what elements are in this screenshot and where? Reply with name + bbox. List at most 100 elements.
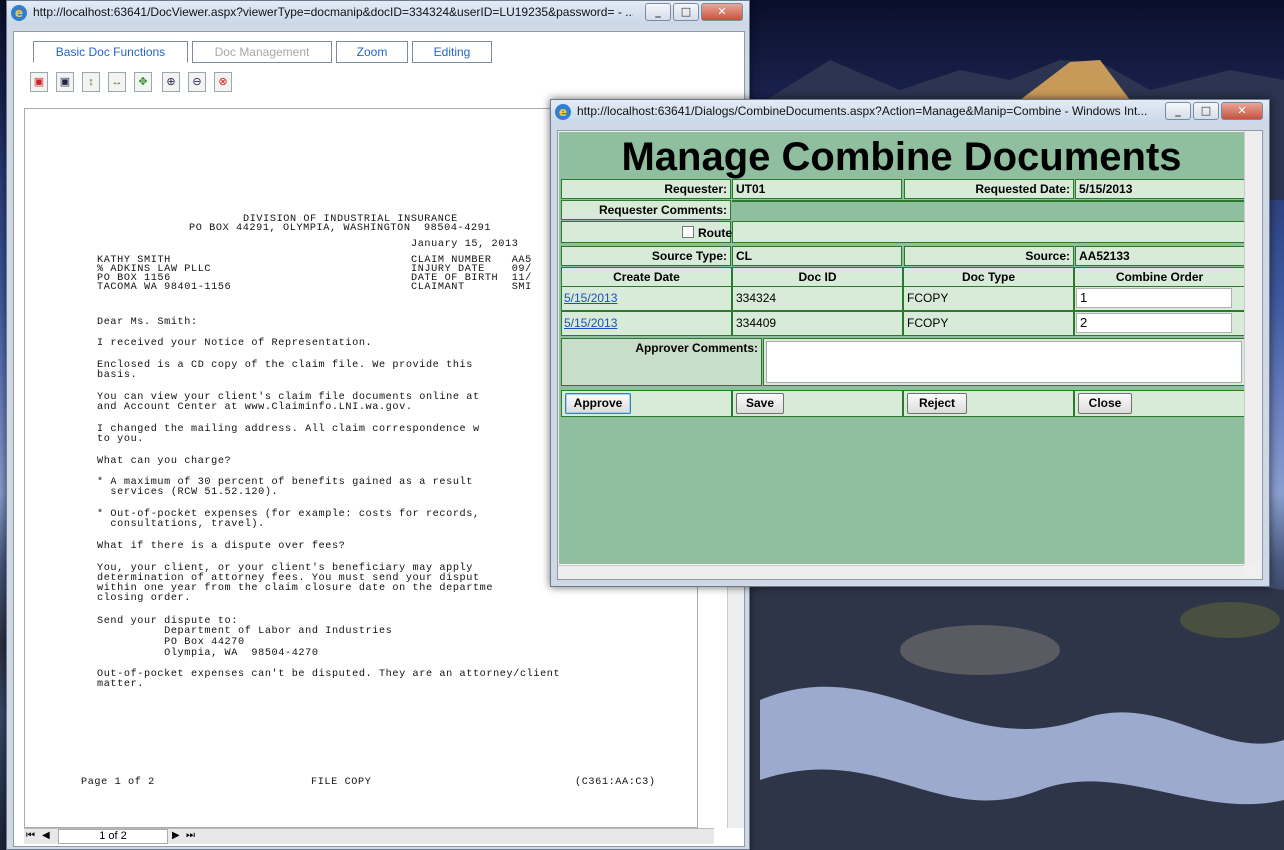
combine-order-cell: 1	[1074, 286, 1245, 311]
requester-comments-label: Requester Comments:	[561, 200, 731, 220]
dialog-horizontal-scrollbar[interactable]	[558, 565, 1244, 579]
combine-order-input[interactable]: 2	[1076, 313, 1232, 333]
page-title: Manage Combine Documents	[621, 135, 1182, 179]
fit-page-icon[interactable]: ▣	[30, 72, 48, 92]
column-header-combine-order: Combine Order	[1074, 267, 1245, 287]
dialog-client: Manage Combine Documents Requester: UT01…	[557, 130, 1263, 580]
approve-button[interactable]: Approve	[565, 393, 631, 414]
zoom-reset-icon[interactable]: ⊗	[214, 72, 232, 92]
doc-id-cell: 334409	[732, 311, 903, 336]
maximize-button[interactable]: □	[673, 3, 699, 21]
doc-body-line: Department of Labor and Industries	[97, 626, 393, 637]
doc-header-line-2: PO BOX 44291, OLYMPIA, WASHINGTON 98504-…	[189, 223, 492, 234]
page-navigator: ⏮ ◀ 1 of 2 ▶ ⏭	[24, 828, 714, 844]
page-indicator[interactable]: 1 of 2	[58, 829, 168, 844]
route-cell: Route	[561, 221, 732, 243]
doc-type-cell: FCOPY	[903, 311, 1074, 336]
route-label: Route	[698, 226, 732, 240]
approve-cell: Approve	[561, 390, 732, 417]
doc-body-line: I changed the mailing address. All claim…	[97, 424, 480, 435]
tab-zoom[interactable]: Zoom	[336, 41, 408, 63]
doc-id-cell: 334324	[732, 286, 903, 311]
table-row: 5/15/2013	[561, 311, 732, 336]
source-value: AA52133	[1075, 246, 1245, 266]
minimize-button[interactable]: _	[645, 3, 671, 21]
doc-footer-code: (C361:AA:C3)	[575, 777, 656, 788]
doc-body-line: PO Box 44270	[97, 637, 245, 648]
route-spacer	[732, 221, 1245, 243]
doc-body-line: Enclosed is a CD copy of the claim file.…	[97, 360, 473, 371]
doc-footer-page: Page 1 of 2	[81, 777, 155, 788]
close-cell: Close	[1074, 390, 1245, 417]
doc-body-line: consultations, travel).	[97, 519, 265, 530]
doc-body-line: to you.	[97, 434, 144, 445]
create-date-link[interactable]: 5/15/2013	[564, 291, 617, 305]
dialog-vertical-scrollbar[interactable]	[1244, 131, 1261, 565]
save-cell: Save	[732, 390, 903, 417]
doc-body-line: services (RCW 51.52.120).	[97, 487, 279, 498]
dialog-minimize-button[interactable]: _	[1165, 102, 1191, 120]
create-date-link[interactable]: 5/15/2013	[564, 316, 617, 330]
combine-panel: Manage Combine Documents Requester: UT01…	[559, 132, 1245, 564]
tab-basic-doc-functions[interactable]: Basic Doc Functions	[33, 41, 188, 63]
doc-body-line: Dear Ms. Smith:	[97, 317, 198, 328]
doc-date: January 15, 2013	[411, 239, 519, 250]
doc-address-line: TACOMA WA 98401-1156	[97, 282, 232, 293]
tab-doc-management[interactable]: Doc Management	[192, 41, 332, 63]
reject-cell: Reject	[903, 390, 1074, 417]
move-vertical-icon[interactable]: ↕	[82, 72, 100, 92]
ie-icon: e	[555, 104, 571, 120]
doc-footer-copy: FILE COPY	[311, 777, 372, 788]
doc-body-line: Out-of-pocket expenses can't be disputed…	[97, 669, 561, 680]
zoom-in-icon[interactable]: ⊕	[162, 72, 180, 92]
approver-comments-cell	[763, 338, 1245, 386]
prev-page-button[interactable]: ◀	[42, 830, 50, 841]
column-header-create-date: Create Date	[561, 267, 732, 287]
move-horizontal-icon[interactable]: ↔	[108, 72, 126, 92]
combine-documents-window: e http://localhost:63641/Dialogs/Combine…	[550, 99, 1270, 587]
dialog-maximize-button[interactable]: □	[1193, 102, 1219, 120]
requester-label: Requester:	[561, 179, 731, 199]
combine-order-cell: 2	[1074, 311, 1245, 336]
close-window-button[interactable]: ✕	[701, 3, 743, 21]
last-page-button[interactable]: ⏭	[186, 830, 195, 841]
reject-button[interactable]: Reject	[907, 393, 967, 414]
source-type-label: Source Type:	[561, 246, 731, 266]
dialog-title-bar[interactable]: e http://localhost:63641/Dialogs/Combine…	[551, 100, 1269, 124]
dialog-url: http://localhost:63641/Dialogs/CombineDo…	[577, 104, 1148, 118]
doc-body-line: I received your Notice of Representation…	[97, 338, 373, 349]
fit-width-icon[interactable]: ▣	[56, 72, 74, 92]
route-checkbox[interactable]	[682, 226, 694, 238]
approver-comments-label: Approver Comments:	[561, 338, 762, 386]
zoom-out-icon[interactable]: ⊖	[188, 72, 206, 92]
doc-claim-line: CLAIMANT SMI	[411, 282, 532, 293]
doc-body-line: and Account Center at www.Claiminfo.LNI.…	[97, 402, 413, 413]
dialog-close-window-button[interactable]: ✕	[1221, 102, 1263, 120]
requested-date-value: 5/15/2013	[1075, 179, 1245, 199]
combine-order-input[interactable]: 1	[1076, 288, 1232, 308]
doc-body-line: Olympia, WA 98504-4270	[97, 648, 319, 659]
pan-icon[interactable]: ✥	[134, 72, 152, 92]
ie-icon: e	[11, 5, 27, 21]
save-button[interactable]: Save	[736, 393, 784, 414]
source-type-value: CL	[732, 246, 902, 266]
approver-comments-textarea[interactable]	[766, 341, 1242, 383]
doc-body-line: What if there is a dispute over fees?	[97, 541, 346, 552]
viewer-title-bar[interactable]: e http://localhost:63641/DocViewer.aspx?…	[7, 1, 749, 25]
viewer-url: http://localhost:63641/DocViewer.aspx?vi…	[33, 5, 633, 19]
requested-date-label: Requested Date:	[904, 179, 1074, 199]
tab-editing[interactable]: Editing	[412, 41, 492, 63]
next-page-button[interactable]: ▶	[172, 830, 180, 841]
doc-body-line: matter.	[97, 679, 144, 690]
first-page-button[interactable]: ⏮	[26, 830, 35, 841]
column-header-doc-type: Doc Type	[903, 267, 1074, 287]
requester-comments-value	[732, 200, 1245, 202]
doc-body-line: basis.	[97, 370, 138, 381]
doc-type-cell: FCOPY	[903, 286, 1074, 311]
close-button[interactable]: Close	[1078, 393, 1132, 414]
doc-body-line: closing order.	[97, 593, 191, 604]
column-header-doc-id: Doc ID	[732, 267, 903, 287]
requester-value: UT01	[732, 179, 902, 199]
source-label: Source:	[904, 246, 1074, 266]
doc-body-line: What can you charge?	[97, 456, 232, 467]
